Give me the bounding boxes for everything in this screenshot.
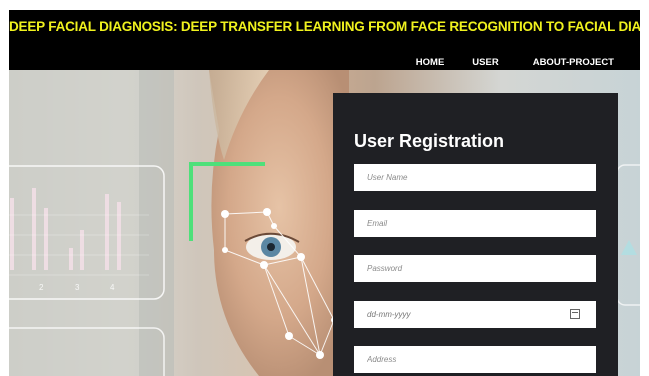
holo-tick-2: 2 [39,283,44,292]
eye-pupil [267,243,275,251]
top-nav: HOME USER ABOUT-PROJECT [416,57,640,68]
blurred-shelf [9,70,159,376]
date-input[interactable]: dd-mm-yyyy [354,301,596,328]
email-input[interactable] [354,210,596,237]
holo-panel-right [616,164,640,306]
holo-shape-right [621,240,637,255]
holo-tick-4: 4 [110,283,115,292]
nav-user[interactable]: USER [472,57,498,68]
registration-panel: User Registration dd-mm-yyyy [333,93,618,376]
username-input[interactable] [354,164,596,191]
calendar-icon[interactable] [570,309,580,319]
site-header: DEEP FACIAL DIAGNOSIS: DEEP TRANSFER LEA… [9,10,640,70]
blurred-column [139,70,174,376]
nav-about-project[interactable]: ABOUT-PROJECT [533,57,614,68]
holo-tick-3: 3 [75,283,80,292]
site-title: DEEP FACIAL DIAGNOSIS: DEEP TRANSFER LEA… [9,19,640,34]
password-input[interactable] [354,255,596,282]
registration-title: User Registration [354,131,505,151]
app-frame: DEEP FACIAL DIAGNOSIS: DEEP TRANSFER LEA… [9,10,640,376]
address-input[interactable] [354,346,596,373]
date-placeholder: dd-mm-yyyy [367,310,411,319]
nav-home[interactable]: HOME [416,57,445,68]
